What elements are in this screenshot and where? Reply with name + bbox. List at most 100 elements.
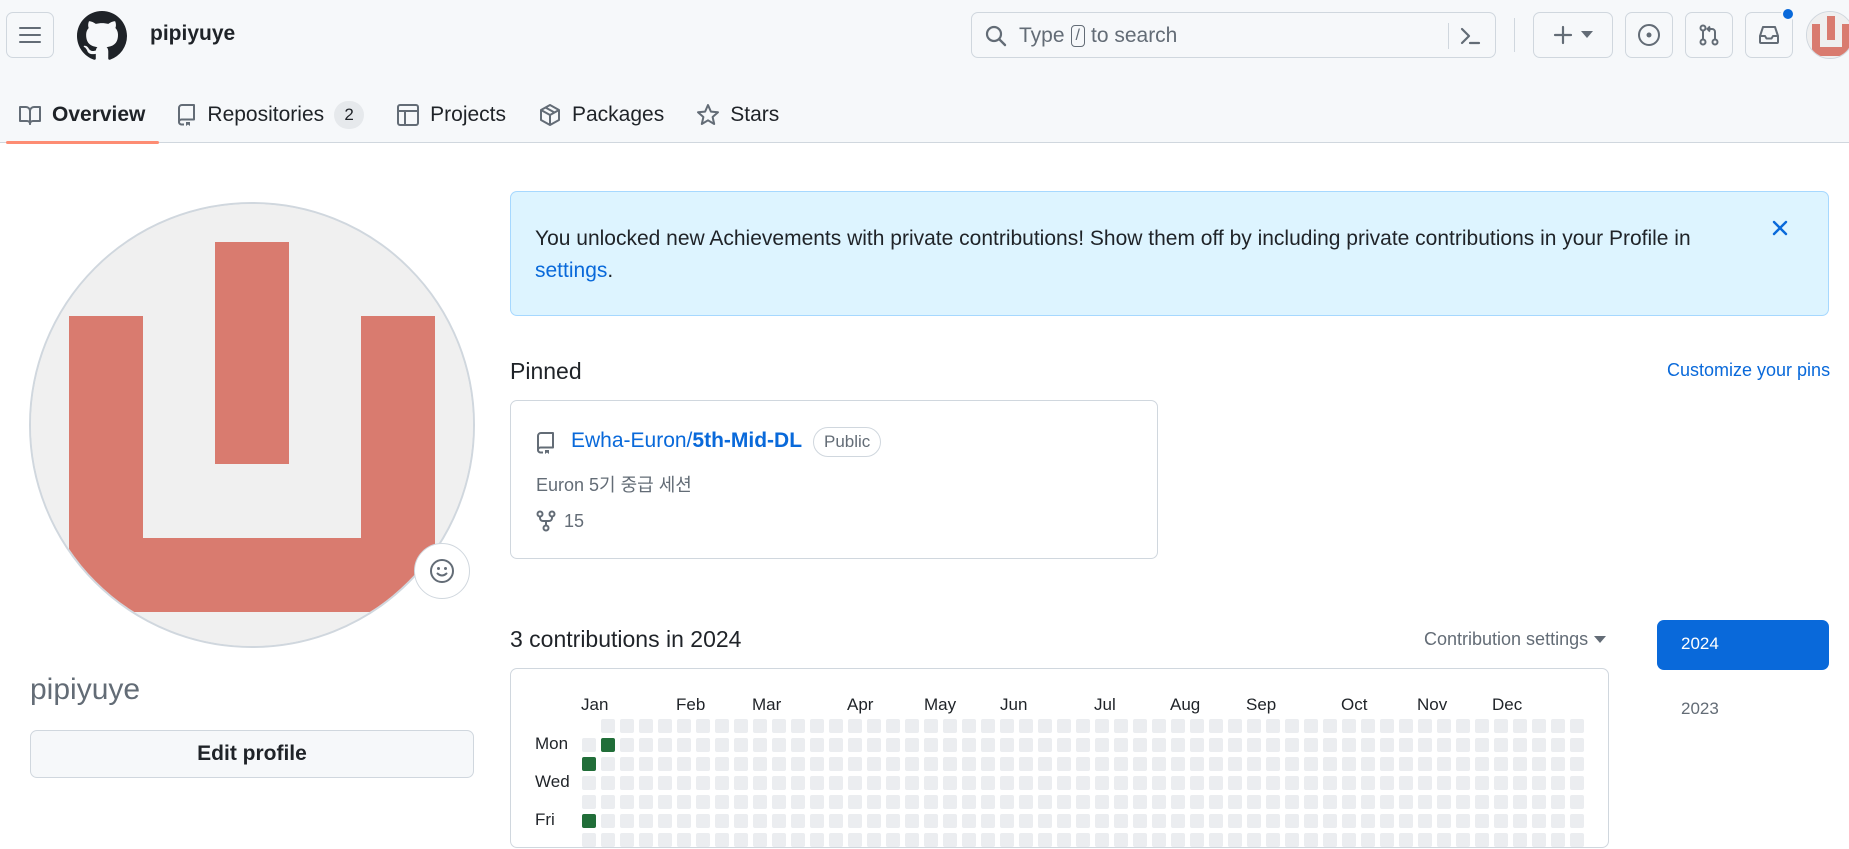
contribution-cell[interactable] <box>886 833 900 847</box>
contribution-cell[interactable] <box>1209 833 1223 847</box>
contribution-cell[interactable] <box>1532 757 1546 771</box>
contribution-cell[interactable] <box>1019 776 1033 790</box>
contribution-cell[interactable] <box>1266 719 1280 733</box>
contribution-cell[interactable] <box>848 757 862 771</box>
contribution-cell[interactable] <box>1494 795 1508 809</box>
menu-button[interactable] <box>6 12 54 58</box>
contribution-cell[interactable] <box>582 833 596 847</box>
contribution-cell[interactable] <box>1285 833 1299 847</box>
contribution-cell[interactable] <box>1000 719 1014 733</box>
contribution-cell[interactable] <box>734 738 748 752</box>
contribution-cell[interactable] <box>620 738 634 752</box>
contribution-cell[interactable] <box>867 757 881 771</box>
contribution-cell[interactable] <box>677 738 691 752</box>
contribution-cell[interactable] <box>1475 719 1489 733</box>
contribution-cell[interactable] <box>886 738 900 752</box>
contribution-cell[interactable] <box>734 757 748 771</box>
contribution-cell[interactable] <box>1342 795 1356 809</box>
contribution-cell[interactable] <box>620 795 634 809</box>
contribution-cell[interactable] <box>1133 776 1147 790</box>
contribution-cell[interactable] <box>753 795 767 809</box>
contribution-cell[interactable] <box>1361 738 1375 752</box>
contribution-cell[interactable] <box>1190 833 1204 847</box>
contribution-cell[interactable] <box>1361 833 1375 847</box>
contribution-cell[interactable] <box>1399 833 1413 847</box>
contribution-cell[interactable] <box>905 833 919 847</box>
contribution-cell[interactable] <box>1152 757 1166 771</box>
contribution-cell[interactable] <box>1437 795 1451 809</box>
contribution-cell[interactable] <box>1513 795 1527 809</box>
contribution-cell[interactable] <box>981 738 995 752</box>
contribution-cell[interactable] <box>924 795 938 809</box>
contribution-cell[interactable] <box>1152 795 1166 809</box>
contribution-cell[interactable] <box>1380 776 1394 790</box>
contribution-cell[interactable] <box>1418 776 1432 790</box>
contribution-cell[interactable] <box>639 833 653 847</box>
contribution-cell[interactable] <box>1513 757 1527 771</box>
contribution-cell[interactable] <box>639 738 653 752</box>
contribution-cell[interactable] <box>829 795 843 809</box>
contribution-cell[interactable] <box>1323 833 1337 847</box>
contribution-cell[interactable] <box>1247 795 1261 809</box>
contribution-cell[interactable] <box>1057 757 1071 771</box>
contribution-cell[interactable] <box>1551 795 1565 809</box>
contribution-cell[interactable] <box>1000 757 1014 771</box>
contribution-cell[interactable] <box>1152 776 1166 790</box>
contribution-cell[interactable] <box>1551 738 1565 752</box>
contribution-cell[interactable] <box>601 738 615 752</box>
contribution-cell[interactable] <box>1513 719 1527 733</box>
year-2024-button[interactable]: 2024 <box>1657 620 1829 670</box>
contribution-cell[interactable] <box>1475 738 1489 752</box>
contribution-cell[interactable] <box>677 757 691 771</box>
contribution-cell[interactable] <box>753 719 767 733</box>
contribution-cell[interactable] <box>1114 757 1128 771</box>
contribution-cell[interactable] <box>1152 833 1166 847</box>
contribution-cell[interactable] <box>1095 757 1109 771</box>
contribution-cell[interactable] <box>981 776 995 790</box>
contribution-cell[interactable] <box>1266 738 1280 752</box>
contribution-cell[interactable] <box>601 757 615 771</box>
contribution-cell[interactable] <box>753 776 767 790</box>
contribution-cell[interactable] <box>1361 776 1375 790</box>
command-palette-icon[interactable] <box>1458 24 1482 48</box>
contribution-cell[interactable] <box>943 833 957 847</box>
contribution-cell[interactable] <box>1038 776 1052 790</box>
contribution-cell[interactable] <box>1190 776 1204 790</box>
contribution-cell[interactable] <box>1190 719 1204 733</box>
contribution-cell[interactable] <box>1076 776 1090 790</box>
contribution-cell[interactable] <box>1285 776 1299 790</box>
contribution-cell[interactable] <box>658 719 672 733</box>
contribution-cell[interactable] <box>829 776 843 790</box>
contribution-cell[interactable] <box>791 776 805 790</box>
search-input[interactable]: Type / to search <box>971 12 1496 58</box>
contribution-cell[interactable] <box>1228 776 1242 790</box>
contribution-cell[interactable] <box>1456 738 1470 752</box>
contribution-cell[interactable] <box>772 757 786 771</box>
contribution-cell[interactable] <box>1133 719 1147 733</box>
contribution-cell[interactable] <box>905 757 919 771</box>
contribution-cell[interactable] <box>1019 719 1033 733</box>
set-status-button[interactable] <box>414 543 470 599</box>
contribution-cell[interactable] <box>1475 776 1489 790</box>
contribution-cell[interactable] <box>886 776 900 790</box>
contribution-cell[interactable] <box>943 757 957 771</box>
contribution-cell[interactable] <box>696 719 710 733</box>
contribution-cell[interactable] <box>905 738 919 752</box>
contribution-cell[interactable] <box>1437 776 1451 790</box>
contribution-cell[interactable] <box>753 738 767 752</box>
contribution-cell[interactable] <box>1038 833 1052 847</box>
contribution-cell[interactable] <box>886 795 900 809</box>
contribution-cell[interactable] <box>772 776 786 790</box>
contribution-settings-dropdown[interactable]: Contribution settings <box>1424 629 1607 650</box>
contribution-cell[interactable] <box>1171 833 1185 847</box>
contribution-cell[interactable] <box>1114 738 1128 752</box>
contribution-cell[interactable] <box>810 795 824 809</box>
contribution-cell[interactable] <box>1285 719 1299 733</box>
contribution-cell[interactable] <box>1456 757 1470 771</box>
contribution-cell[interactable] <box>1247 757 1261 771</box>
contribution-cell[interactable] <box>753 757 767 771</box>
contribution-cell[interactable] <box>1228 833 1242 847</box>
contribution-cell[interactable] <box>1133 757 1147 771</box>
contribution-cell[interactable] <box>1532 833 1546 847</box>
contribution-cell[interactable] <box>924 776 938 790</box>
